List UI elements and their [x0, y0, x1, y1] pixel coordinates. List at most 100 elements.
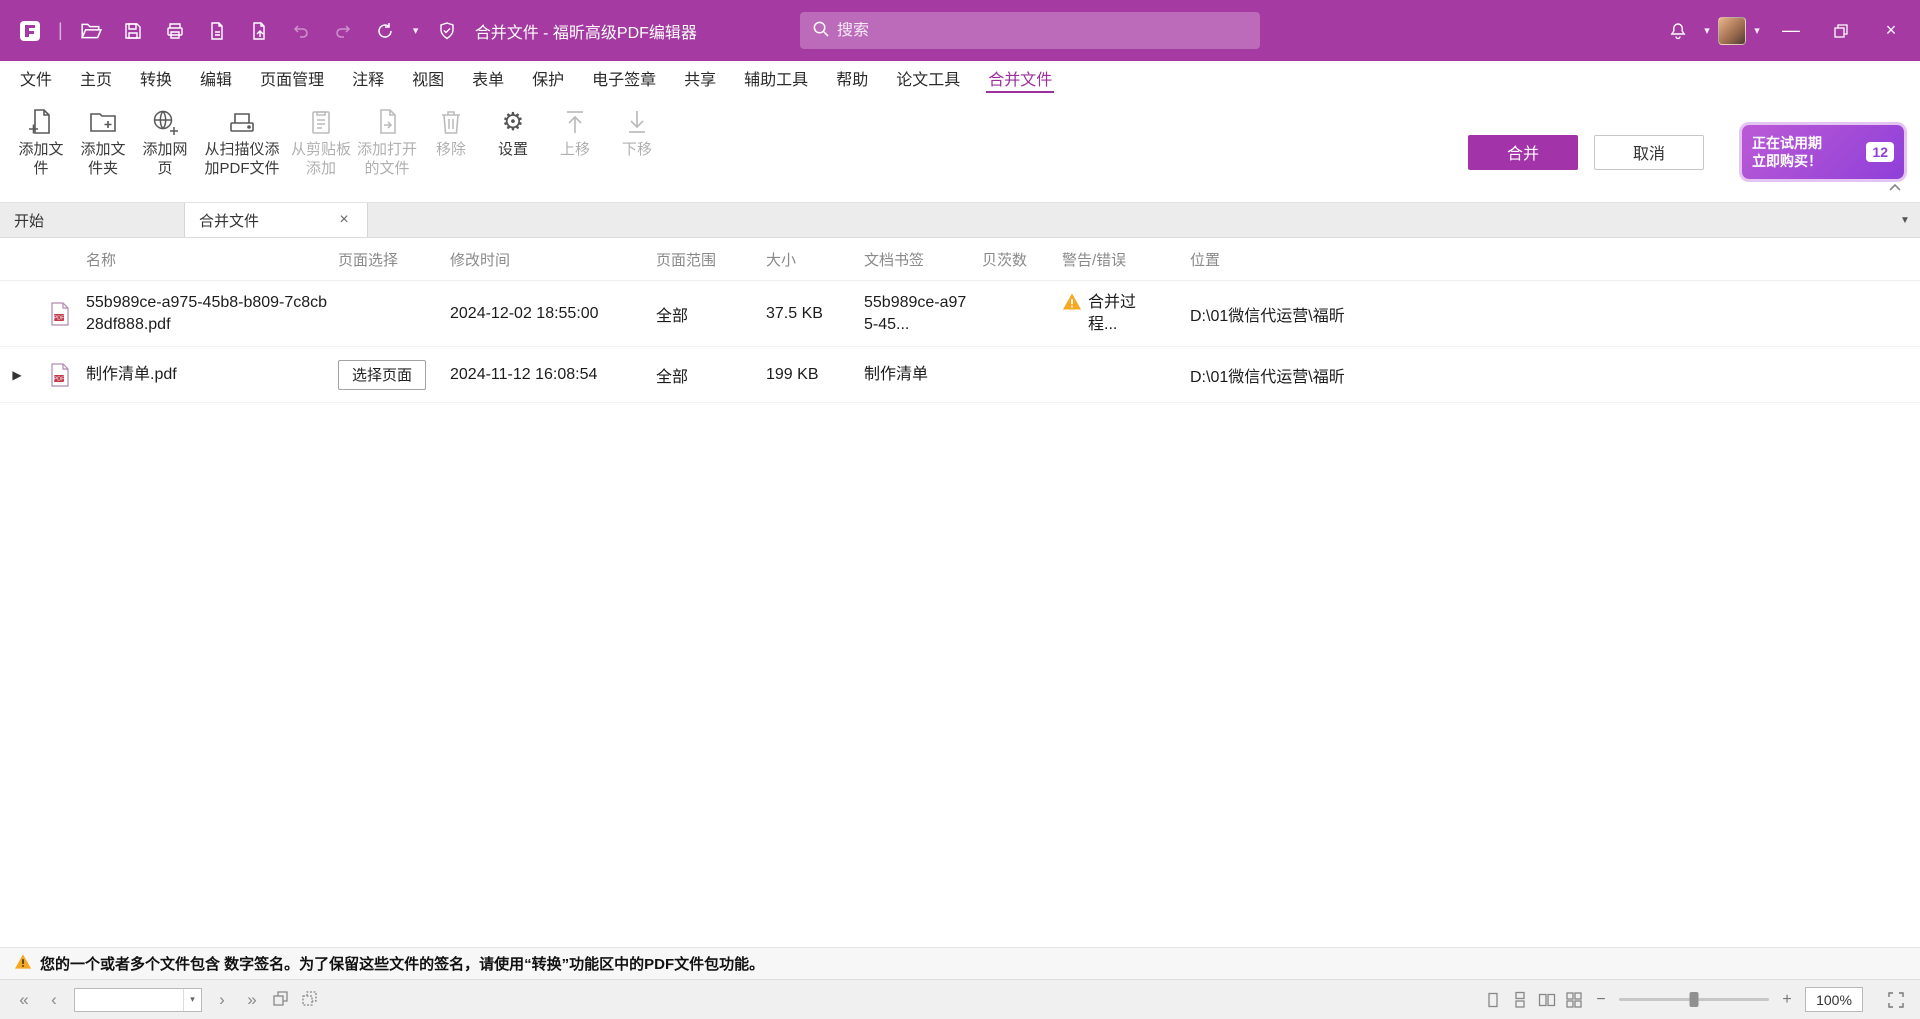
previous-page-icon[interactable]: ‹: [44, 990, 64, 1010]
hand-tool-icon[interactable]: [367, 13, 403, 49]
tab-accessibility[interactable]: 辅助工具: [730, 61, 822, 95]
tab-convert[interactable]: 转换: [126, 61, 186, 95]
file-size: 199 KB: [766, 360, 864, 390]
page-number-dropdown-icon[interactable]: ▾: [183, 989, 201, 1011]
tab-share[interactable]: 共享: [670, 61, 730, 95]
zoom-level-box[interactable]: 100%: [1805, 987, 1863, 1012]
header-bookmarks[interactable]: 文档书签: [864, 243, 982, 276]
warning-cell[interactable]: 合并过程...: [1062, 286, 1190, 342]
last-page-icon[interactable]: »: [242, 990, 262, 1010]
add-folder-label: 添加文件夹: [75, 140, 131, 178]
add-from-scanner-button[interactable]: 从扫描仪添加PDF文件: [196, 99, 288, 182]
cancel-button[interactable]: 取消: [1594, 135, 1704, 170]
foxit-logo-icon[interactable]: [12, 13, 48, 49]
add-from-clipboard-label: 从剪贴板添加: [291, 140, 351, 178]
header-page-range[interactable]: 页面范围: [656, 243, 766, 276]
tab-view[interactable]: 视图: [398, 61, 458, 95]
facing-view-icon[interactable]: [1538, 991, 1556, 1009]
add-webpage-button[interactable]: 添加网页: [134, 99, 196, 182]
add-open-files-button[interactable]: 添加打开的文件: [354, 99, 420, 182]
hand-tool-dropdown-icon[interactable]: ▾: [409, 24, 423, 37]
tab-file[interactable]: 文件: [6, 61, 66, 95]
tab-merge-files[interactable]: 合并文件: [974, 61, 1066, 95]
doc-tab-start-label: 开始: [14, 210, 44, 231]
move-down-button[interactable]: 下移: [606, 99, 668, 163]
undo-icon[interactable]: [283, 13, 319, 49]
header-name[interactable]: 名称: [86, 243, 338, 276]
tab-close-icon[interactable]: ×: [335, 211, 353, 229]
header-bates[interactable]: 贝茨数: [982, 243, 1062, 276]
user-avatar[interactable]: [1718, 17, 1746, 45]
warning-cell: [1062, 369, 1190, 381]
tab-protect[interactable]: 保护: [518, 61, 578, 95]
add-file-button[interactable]: 添加文件: [10, 99, 72, 182]
page-range: 全部: [656, 296, 766, 332]
open-folder-icon[interactable]: [73, 13, 109, 49]
mail-document-icon[interactable]: [199, 13, 235, 49]
doc-tab-start[interactable]: 开始: [0, 203, 184, 237]
app-window: | ▾: [0, 0, 1920, 1019]
remove-button[interactable]: 移除: [420, 99, 482, 163]
tab-home[interactable]: 主页: [66, 61, 126, 95]
tab-list-dropdown-icon[interactable]: ▼: [1890, 203, 1920, 237]
table-row[interactable]: ▶ PDF 制作清单.pdf 选择页面 2024-11-12 16:08:54 …: [0, 347, 1920, 403]
trial-line2: 立即购买！: [1752, 153, 1822, 169]
tab-edit[interactable]: 编辑: [186, 61, 246, 95]
copy-page-icon[interactable]: [301, 990, 320, 1009]
print-icon[interactable]: [157, 13, 193, 49]
save-icon[interactable]: [115, 13, 151, 49]
tab-page-manage[interactable]: 页面管理: [246, 61, 338, 95]
snapshot-icon[interactable]: [272, 990, 291, 1009]
remove-label: 移除: [436, 140, 466, 159]
first-page-icon[interactable]: «: [14, 990, 34, 1010]
continuous-view-icon[interactable]: [1511, 991, 1529, 1009]
add-from-clipboard-button[interactable]: 从剪贴板添加: [288, 99, 354, 182]
search-box[interactable]: [800, 12, 1260, 49]
notifications-dropdown-icon[interactable]: ▾: [1700, 24, 1714, 37]
trial-purchase-banner[interactable]: 正在试用期 立即购买！ 12: [1742, 125, 1904, 179]
warning-triangle-icon: [14, 953, 32, 974]
tab-form[interactable]: 表单: [458, 61, 518, 95]
add-folder-button[interactable]: 添加文件夹: [72, 99, 134, 182]
search-input[interactable]: [837, 22, 1248, 40]
move-up-button[interactable]: 上移: [544, 99, 606, 163]
tab-paper-tools[interactable]: 论文工具: [882, 61, 974, 95]
four-page-view-icon[interactable]: [1565, 991, 1583, 1009]
select-pages-button[interactable]: 选择页面: [338, 360, 426, 390]
settings-button[interactable]: ⚙ 设置: [482, 99, 544, 163]
tab-help[interactable]: 帮助: [822, 61, 882, 95]
next-page-icon[interactable]: ›: [212, 990, 232, 1010]
zoom-in-icon[interactable]: +: [1778, 991, 1796, 1009]
page-number-input[interactable]: [75, 992, 183, 1008]
header-location[interactable]: 位置: [1190, 243, 1920, 276]
doc-tab-merge-label: 合并文件: [199, 210, 259, 231]
header-warnings[interactable]: 警告/错误: [1062, 243, 1190, 276]
doc-tab-merge-files[interactable]: 合并文件 ×: [184, 203, 368, 237]
zoom-out-icon[interactable]: −: [1592, 991, 1610, 1009]
export-document-icon[interactable]: [241, 13, 277, 49]
trial-text: 正在试用期 立即购买！: [1752, 134, 1822, 170]
notifications-bell-icon[interactable]: [1660, 13, 1696, 49]
restore-window-button[interactable]: [1818, 11, 1864, 51]
shield-check-icon[interactable]: [429, 13, 465, 49]
zoom-slider[interactable]: [1619, 992, 1769, 1008]
account-dropdown-icon[interactable]: ▾: [1750, 24, 1764, 37]
file-name: 制作清单.pdf: [86, 358, 338, 392]
file-location: D:\01微信代运营\福昕: [1190, 357, 1920, 393]
header-modified[interactable]: 修改时间: [450, 243, 656, 276]
header-size[interactable]: 大小: [766, 243, 864, 276]
redo-icon[interactable]: [325, 13, 361, 49]
tab-comment[interactable]: 注释: [338, 61, 398, 95]
single-page-view-icon[interactable]: [1484, 991, 1502, 1009]
collapse-ribbon-chevron-icon[interactable]: [1884, 178, 1906, 196]
merge-button[interactable]: 合并: [1468, 135, 1578, 170]
minimize-button[interactable]: —: [1768, 11, 1814, 51]
tab-esign[interactable]: 电子签章: [578, 61, 670, 95]
add-from-scanner-label: 从扫描仪添加PDF文件: [199, 140, 285, 178]
table-row[interactable]: PDF 55b989ce-a975-45b8-b809-7c8cb28df888…: [0, 281, 1920, 347]
zoom-slider-thumb[interactable]: [1690, 992, 1699, 1007]
fullscreen-icon[interactable]: [1886, 990, 1906, 1010]
header-page-select[interactable]: 页面选择: [338, 243, 450, 276]
close-window-button[interactable]: ×: [1868, 11, 1914, 51]
expand-row-icon[interactable]: ▶: [0, 368, 34, 382]
